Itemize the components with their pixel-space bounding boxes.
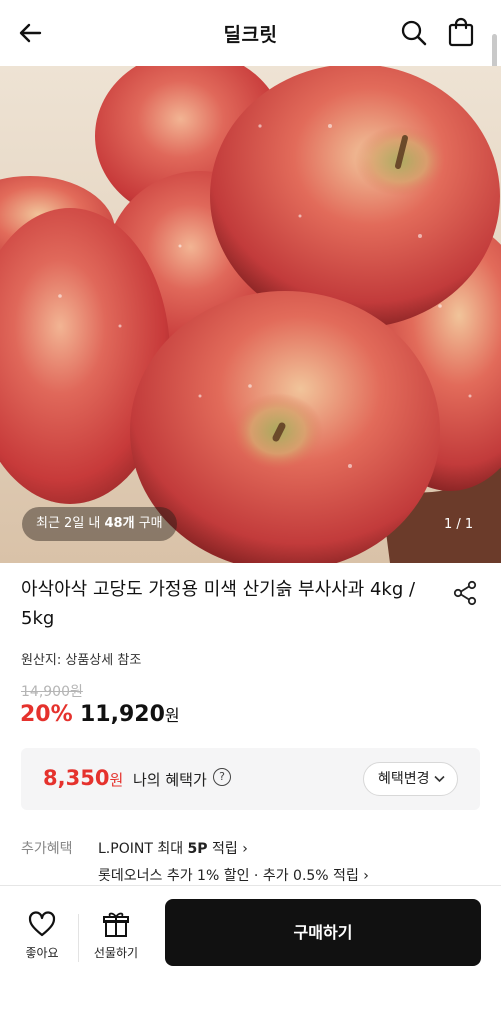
like-button[interactable]: 좋아요 — [10, 906, 74, 972]
top-header: 딜크릿 — [0, 0, 501, 66]
shopping-bag-icon[interactable] — [446, 16, 476, 48]
benefit-label: 나의 혜택가 — [133, 771, 207, 789]
lpoint-prefix: L.POINT 최대 — [98, 841, 188, 857]
help-icon[interactable]: ? — [213, 768, 231, 786]
discount-rate: 20% — [20, 702, 73, 727]
product-title: 아삭아삭 고당도 가정용 미색 산기슭 부사사과 4kg / 5kg — [21, 579, 416, 629]
image-pager: 1 / 1 — [444, 517, 474, 532]
chevron-down-icon — [433, 775, 445, 783]
bottom-action-bar: 좋아요 선물하기 구매하기 — [0, 885, 501, 1024]
benefit-change-button[interactable]: 혜택변경 — [363, 762, 458, 796]
product-image[interactable]: 최근 2일 내 48개 구매 1 / 1 — [0, 66, 501, 563]
bottom-divider — [78, 914, 79, 962]
gift-label: 선물하기 — [93, 946, 139, 960]
original-price: 14,900원 — [21, 684, 83, 700]
recent-purchase-badge: 최근 2일 내 48개 구매 — [22, 507, 177, 541]
owners-benefit-link[interactable]: 롯데오너스 추가 1% 할인 · 추가 0.5% 적립 › — [98, 865, 369, 885]
buy-button[interactable]: 구매하기 — [165, 899, 481, 966]
like-label: 좋아요 — [25, 946, 59, 960]
origin-info: 원산지: 상품상세 참조 — [21, 653, 142, 668]
sale-price-value: 11,920 — [80, 702, 165, 727]
benefit-price-unit: 원 — [109, 771, 124, 789]
sale-price-unit: 원 — [164, 706, 180, 725]
my-benefit-box: 8,350원 나의 혜택가 ? 혜택변경 — [21, 748, 480, 810]
badge-prefix: 최근 2일 내 — [36, 516, 105, 531]
benefit-change-label: 혜택변경 — [378, 771, 430, 787]
badge-count: 48개 — [104, 516, 135, 531]
lpoint-benefit-link[interactable]: L.POINT 최대 5P 적립 › — [98, 838, 248, 858]
apples-illustration — [0, 66, 501, 563]
search-icon[interactable] — [399, 18, 429, 48]
sale-price: 11,920원 — [80, 702, 180, 727]
gift-icon — [103, 912, 129, 937]
share-icon[interactable] — [452, 580, 478, 606]
benefit-price: 8,350원 — [43, 766, 123, 790]
gift-button[interactable]: 선물하기 — [84, 906, 148, 972]
benefit-price-value: 8,350 — [43, 766, 110, 790]
heart-icon — [28, 911, 56, 937]
badge-suffix: 구매 — [134, 516, 163, 531]
lpoint-suffix: 적립 › — [207, 841, 248, 857]
lpoint-points: 5P — [187, 841, 208, 857]
extra-benefit-label: 추가혜택 — [21, 841, 73, 857]
